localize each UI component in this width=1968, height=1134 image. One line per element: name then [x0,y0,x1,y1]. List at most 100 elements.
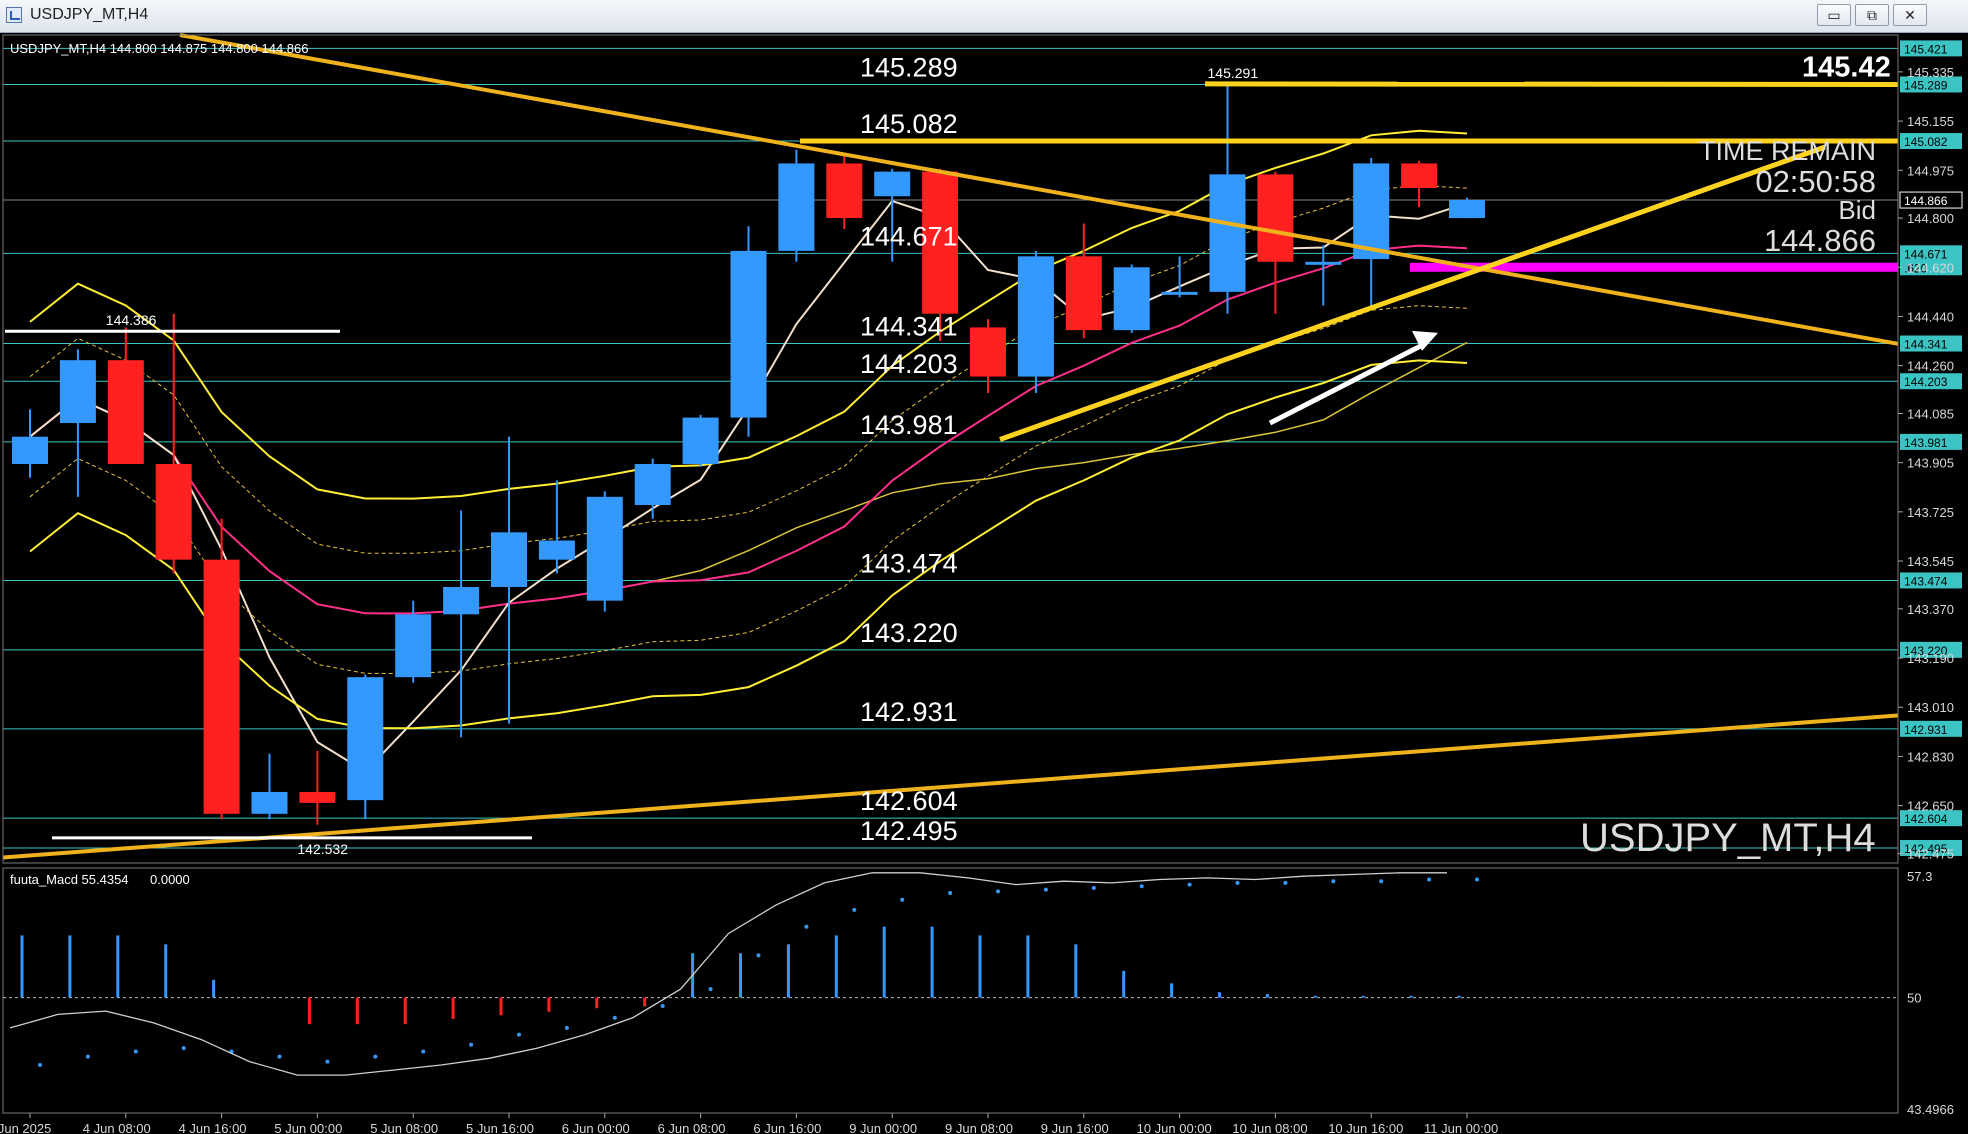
candle-body [1257,174,1294,262]
macd-signal-dot [948,891,953,896]
y-tick-label: 142.650 [1907,799,1954,814]
candle-body [395,614,432,678]
macd-signal-dot [660,1004,665,1009]
price-tag-label: 145.289 [1904,78,1948,92]
y-tick-label: 144.085 [1907,406,1954,421]
candle-body [682,417,719,465]
candle-body [251,791,288,814]
macd-signal-dot [1427,877,1432,882]
y-tick-label: 144.800 [1907,211,1954,226]
macd-signal-dot [1283,880,1288,885]
time-remain-value: 02:50:58 [1755,164,1876,199]
macd-signal-dot [85,1054,90,1059]
extreme-price-label: 142.532 [297,841,348,857]
level-label: 142.604 [860,786,958,816]
restore-icon: ⧉ [1867,7,1877,23]
macd-signal-dot [708,987,713,992]
y-tick-label: 144.620 [1907,260,1954,275]
horizontal-resistance-2 [1204,81,1899,87]
x-tick-label: 4 Jun 16:00 [179,1121,247,1134]
candle-body [1353,163,1390,260]
candle-body [586,496,623,601]
candle-body [1305,261,1342,265]
macd-signal-dot [421,1049,426,1054]
price-tag-label: 143.981 [1904,436,1948,450]
x-tick-label: 9 Jun 16:00 [1041,1121,1109,1134]
y-tick-label: 144.440 [1907,309,1954,324]
macd-signal-dot [1331,879,1336,884]
candle-body [1017,256,1054,377]
macd-signal-dot [38,1063,42,1068]
candle-body [203,559,240,814]
candle-body [491,532,527,587]
bid-value: 144.866 [1764,223,1876,258]
y-tick-label: 143.905 [1907,456,1954,471]
candle-body [874,171,911,197]
macd-signal-dot [133,1049,138,1054]
candle-body [12,436,48,465]
candle-body [826,163,863,219]
macd-signal-dot [564,1025,569,1030]
level-label: 142.931 [860,697,958,727]
minimize-button[interactable]: ▭ [1817,4,1851,26]
candle-body [778,163,815,251]
current-price-big-label: 145.42 [1802,51,1891,83]
x-tick-label: 6 Jun 16:00 [753,1121,821,1134]
candle-body [107,360,144,465]
y-tick-label: 143.010 [1907,700,1954,715]
time-remain-label: TIME REMAIN [1699,136,1876,166]
macd-signal-dot [1235,880,1240,885]
close-button[interactable]: ✕ [1893,4,1927,26]
extreme-price-label: 145.291 [1208,65,1259,81]
macd-indicator-name: fuuta_Macd 55.4354 [10,872,129,887]
x-tick-label: 9 Jun 00:00 [849,1121,917,1134]
candle-body [1209,174,1246,292]
macd-signal-dot [1091,885,1096,890]
price-tag-label: 144.341 [1904,338,1948,352]
chart-window-icon [6,7,22,23]
candle-body [970,327,1006,377]
candle-body [730,250,767,418]
price-tag-label: 142.604 [1904,812,1948,826]
level-label: 144.203 [860,349,958,379]
level-label: 143.220 [860,618,958,648]
macd-signal-dot [469,1042,474,1047]
macd-signal-dot [277,1054,282,1059]
bid-label: Bid [1838,195,1876,225]
maximize-button[interactable]: ⧉ [1855,4,1889,26]
x-tick-label: 10 Jun 00:00 [1137,1121,1212,1134]
price-tag-label: 143.474 [1904,574,1948,588]
macd-signal-dot [181,1046,186,1051]
candle-body [538,540,575,560]
candle-body [1161,291,1198,295]
price-tag-label: 142.931 [1904,723,1948,737]
level-label: 144.341 [860,312,958,342]
symbol-watermark: USDJPY_MT,H4 [1580,816,1876,860]
macd-signal-dot [373,1054,378,1059]
price-chart[interactable]: 145.421145.289145.082144.866144.671.6201… [0,33,1968,1134]
y-tick-label: 143.725 [1907,505,1954,520]
level-label: 143.981 [860,410,958,440]
x-tick-label: 5 Jun 08:00 [370,1121,438,1134]
candle-body [347,677,384,801]
y-tick-label: 143.190 [1907,651,1954,666]
candle-body [1401,163,1438,189]
y-tick-label: 145.155 [1907,114,1954,129]
y-tick-label: 142.475 [1907,846,1954,861]
price-tag-label: 145.421 [1904,42,1948,56]
x-tick-label: 4 Jun 08:00 [83,1121,151,1134]
candle-body [1065,256,1102,331]
x-tick-label: 11 Jun 00:00 [1424,1121,1498,1134]
macd-signal-dot [756,953,761,958]
candle-body [634,464,671,506]
x-tick-label: 4 Jun 2025 [0,1121,51,1134]
macd-signal-dot [1139,884,1144,889]
level-label: 144.671 [860,221,958,251]
macd-indicator-value: 0.0000 [150,872,190,887]
macd-signal-dot [852,907,857,912]
macd-signal-dot [1379,879,1384,884]
macd-signal-dot [996,889,1000,894]
chart-header-ohlc: USDJPY_MT,H4 144.800 144.875 144.800 144… [10,41,309,56]
y-tick-label: 143.545 [1907,554,1954,569]
macd-y-tick-label: 43.4966 [1907,1102,1954,1117]
